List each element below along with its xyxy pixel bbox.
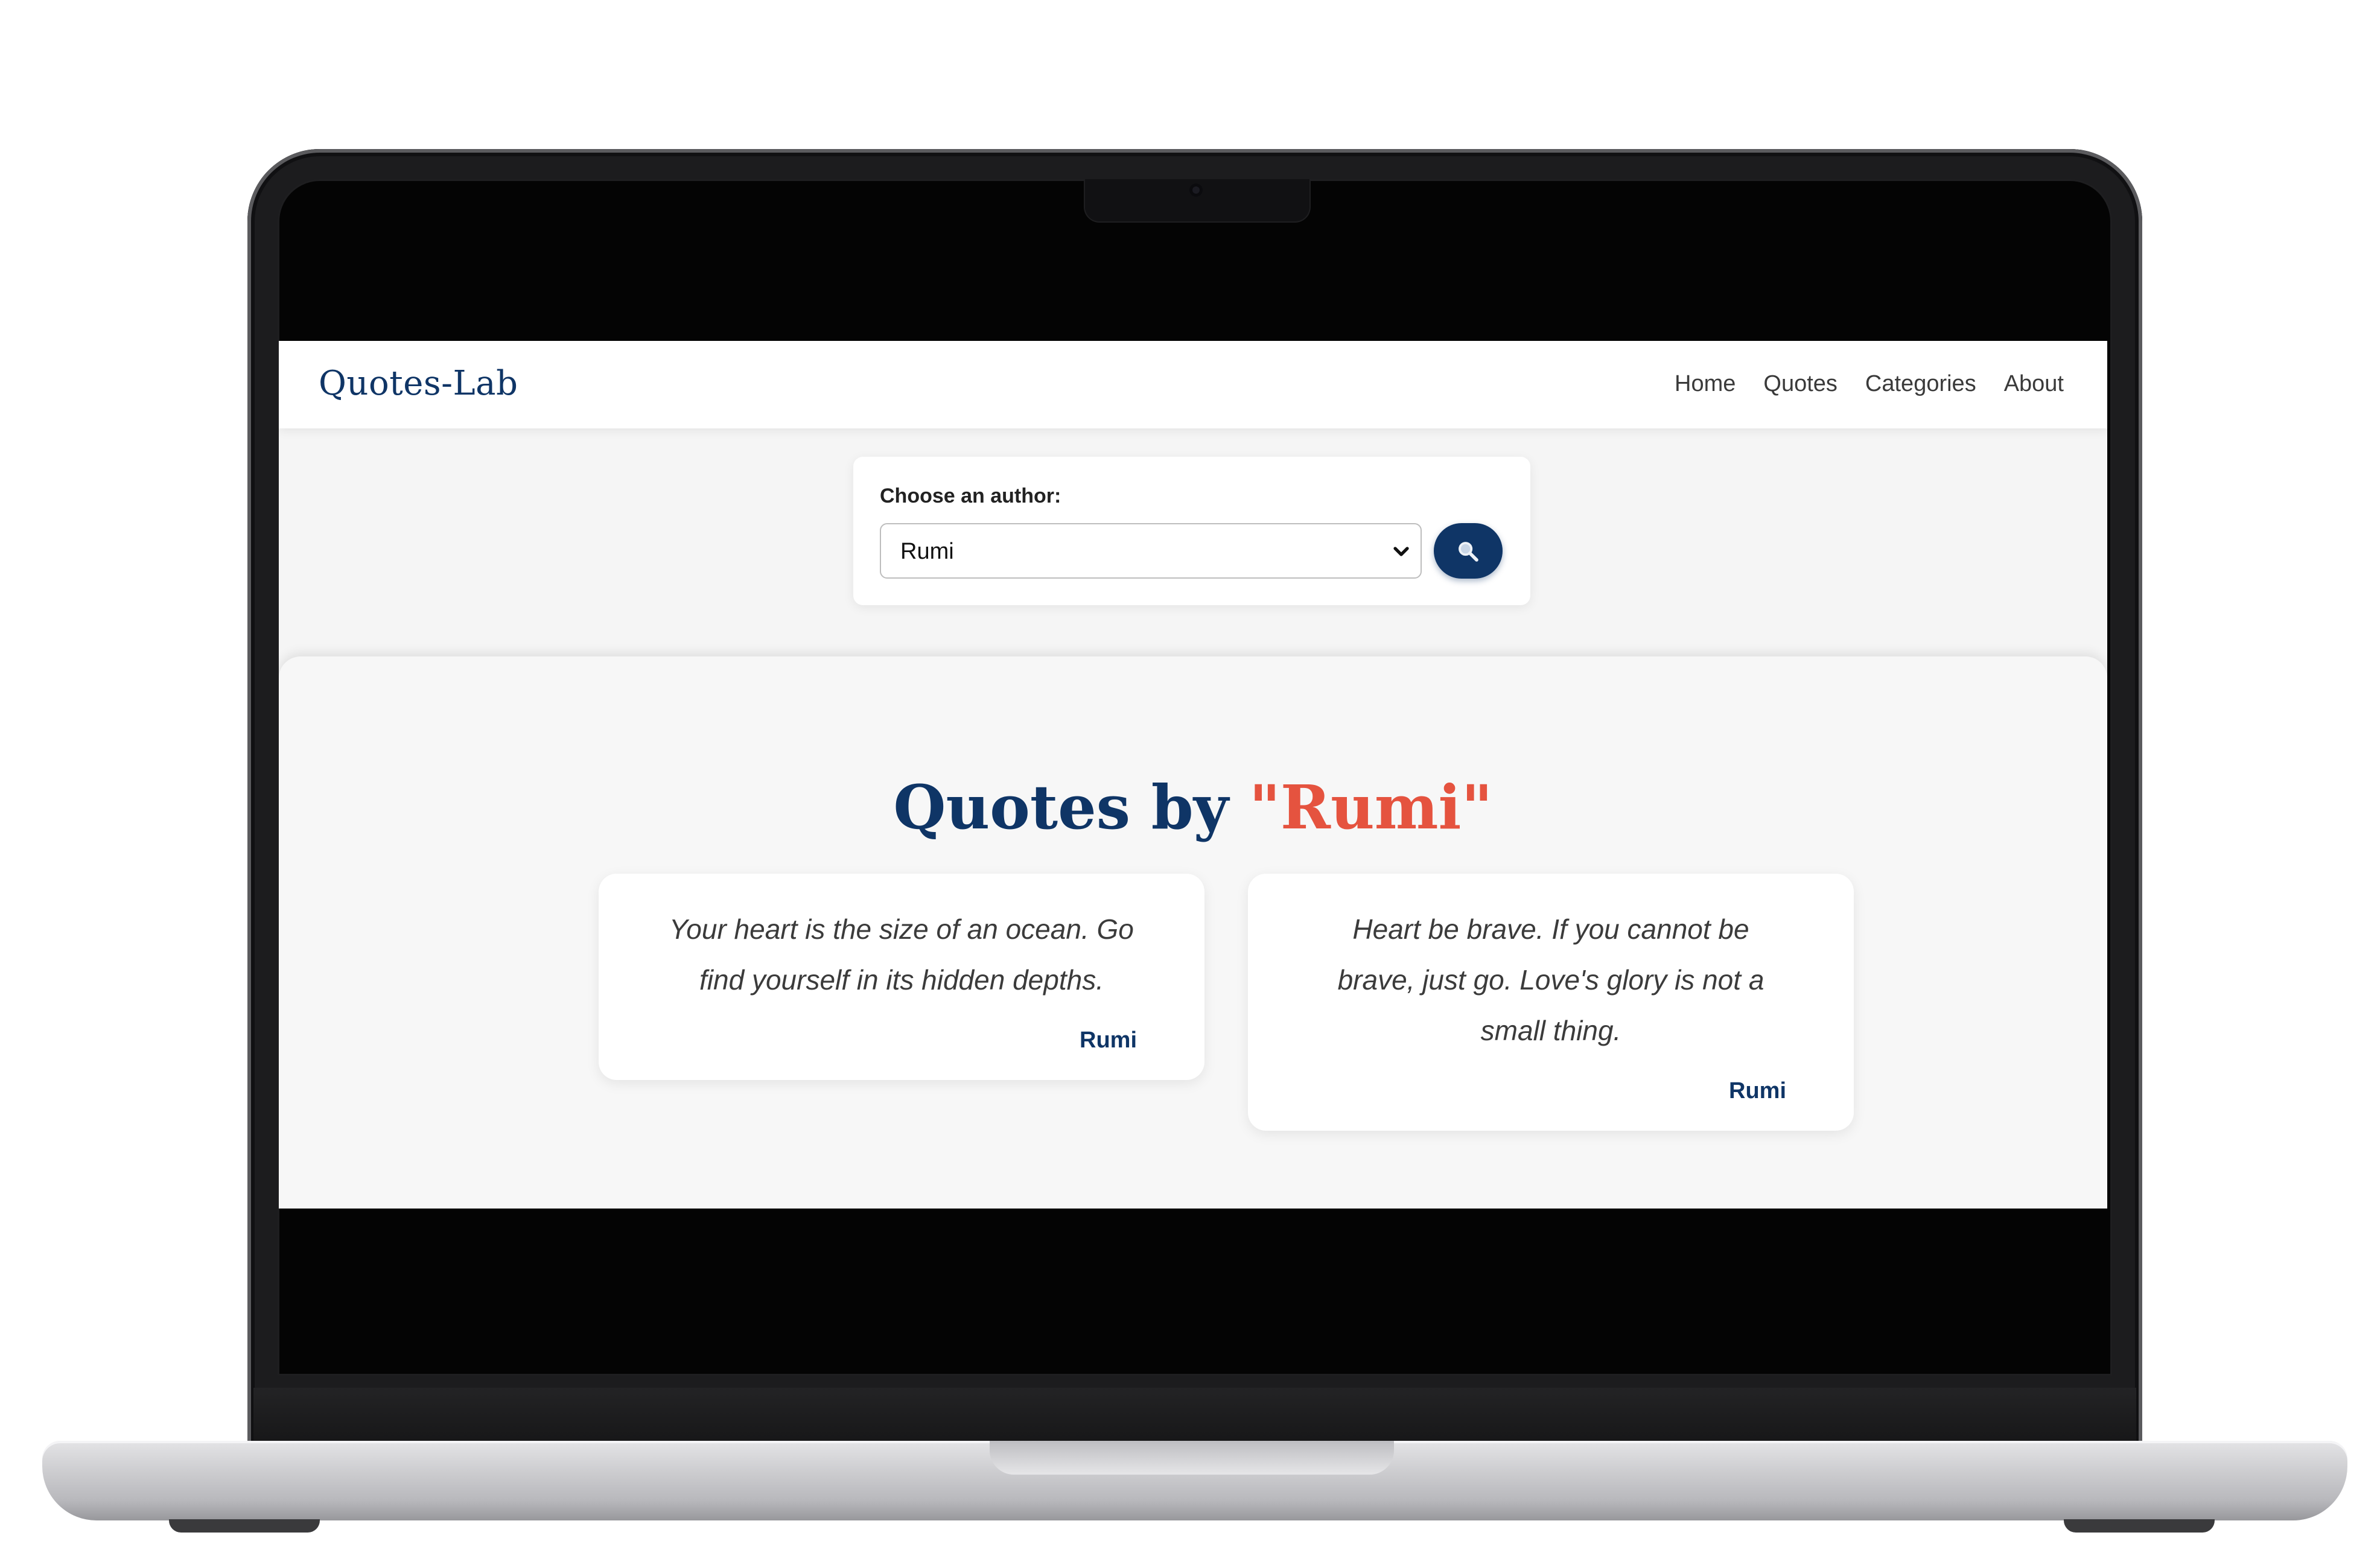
navbar: Quotes-Lab Home Quotes Categories About [279, 341, 2107, 428]
quotes-results-section: Quotes by "Rumi" Your heart is the size o… [279, 656, 2107, 1209]
author-select[interactable]: Rumi [880, 523, 1422, 579]
nav-link-categories[interactable]: Categories [1865, 371, 1976, 397]
chevron-down-icon [1393, 547, 1409, 556]
author-search-card: Choose an author: Rumi [853, 457, 1530, 605]
laptop-foot-right [2064, 1519, 2215, 1533]
brand-logo[interactable]: Quotes-Lab [319, 364, 518, 403]
quote-card: Your heart is the size of an ocean. Go f… [599, 874, 1204, 1080]
browser-viewport: Quotes-Lab Home Quotes Categories About … [279, 341, 2107, 1209]
quote-author: Rumi [1080, 1028, 1137, 1053]
nav-links: Home Quotes Categories About [1675, 371, 2064, 397]
nav-link-quotes[interactable]: Quotes [1763, 371, 1838, 397]
nav-link-home[interactable]: Home [1675, 371, 1736, 397]
trackpad-notch [990, 1441, 1394, 1475]
quote-author: Rumi [1729, 1078, 1786, 1104]
heading-prefix: Quotes by [893, 772, 1229, 843]
author-select-value: Rumi [900, 539, 954, 564]
quote-text: Your heart is the size of an ocean. Go f… [669, 913, 1134, 996]
laptop-hinge [253, 1388, 2136, 1448]
heading-author: "Rumi" [1249, 772, 1493, 843]
search-icon [1459, 542, 1478, 562]
nav-link-about[interactable]: About [2004, 371, 2064, 397]
laptop-mockup: Quotes-Lab Home Quotes Categories About … [0, 0, 2380, 1547]
search-button[interactable] [1434, 523, 1503, 579]
quote-card: Heart be brave. If you cannot be brave, … [1248, 874, 1854, 1131]
author-select-label: Choose an author: [880, 484, 1061, 507]
results-heading: Quotes by "Rumi" [279, 774, 2107, 840]
camera-icon [1189, 183, 1203, 197]
laptop-foot-left [169, 1519, 320, 1533]
quote-text: Heart be brave. If you cannot be brave, … [1337, 913, 1764, 1046]
